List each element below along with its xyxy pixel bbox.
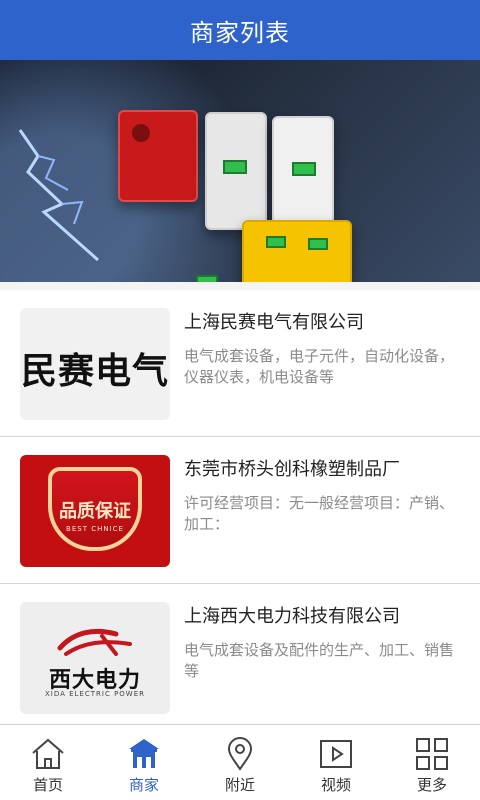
terminal-block: [196, 275, 218, 282]
merchant-name: 上海西大电力科技有限公司: [184, 606, 400, 627]
nav-label: 附近: [224, 776, 255, 794]
merchant-thumbnail: 品质保证 BEST CHNICE: [20, 455, 170, 567]
nav-label: 首页: [32, 776, 63, 794]
grid-more-icon: [416, 738, 448, 770]
page-title: 商家列表: [190, 18, 290, 47]
thumbnail-text: 民赛电气: [20, 351, 169, 392]
logo-subtext: XIDA ELECTRIC POWER: [44, 690, 146, 698]
promo-banner[interactable]: [0, 60, 480, 282]
merchant-name: 上海民赛电气有限公司: [184, 312, 364, 333]
nav-tab-nearby[interactable]: 附近: [192, 725, 288, 800]
merchant-item[interactable]: 西大电力 XIDA ELECTRIC POWER 上海西大电力科技有限公司 电气…: [0, 584, 480, 731]
location-pin-icon: [227, 737, 253, 771]
surge-protector-white-2: [272, 116, 334, 236]
app-root: 商家列表 民赛电气 上海民赛电气有限公司 电气成套设备，电子元件，自动化设备，仪…: [0, 0, 480, 800]
nav-tab-home[interactable]: 首页: [0, 725, 96, 800]
bottom-navigation: 首页 商家 附近 视频 更多: [0, 724, 480, 800]
surge-protector-yellow: [242, 220, 352, 282]
video-play-icon: [320, 740, 352, 768]
merchant-description: 许可经营项目：无一般经营项目：产销、加工：: [184, 494, 455, 533]
store-icon: [129, 739, 159, 768]
nav-tab-more[interactable]: 更多: [384, 725, 480, 800]
quality-badge-icon: 品质保证 BEST CHNICE: [48, 467, 142, 551]
badge-title: 品质保证: [59, 501, 131, 522]
surge-protector-red: [118, 110, 198, 202]
home-icon: [32, 738, 64, 769]
nav-tab-video[interactable]: 视频: [288, 725, 384, 800]
merchant-list: 民赛电气 上海民赛电气有限公司 电气成套设备，电子元件，自动化设备，仪器仪表，机…: [0, 290, 480, 731]
merchant-item[interactable]: 品质保证 BEST CHNICE 东莞市桥头创科橡塑制品厂 许可经营项目：无一般…: [0, 437, 480, 584]
nav-label: 视频: [320, 776, 351, 794]
merchant-thumbnail: 西大电力 XIDA ELECTRIC POWER: [20, 602, 170, 714]
badge-subtitle: BEST CHNICE: [66, 525, 124, 533]
nav-tab-store[interactable]: 商家: [96, 725, 192, 800]
merchant-description: 电气成套设备及配件的生产、加工、销售等: [184, 641, 455, 680]
surge-protector-white: [205, 112, 267, 230]
merchant-thumbnail: 民赛电气: [20, 308, 170, 420]
merchant-description: 电气成套设备，电子元件，自动化设备，仪器仪表，机电设备等: [184, 347, 455, 386]
merchant-item[interactable]: 民赛电气 上海民赛电气有限公司 电气成套设备，电子元件，自动化设备，仪器仪表，机…: [0, 290, 480, 437]
nav-label: 商家: [128, 776, 159, 794]
xida-logo-icon: [57, 628, 132, 656]
nav-label: 更多: [416, 776, 447, 794]
top-bar: 商家列表: [0, 0, 480, 60]
merchant-name: 东莞市桥头创科橡塑制品厂: [184, 459, 400, 480]
